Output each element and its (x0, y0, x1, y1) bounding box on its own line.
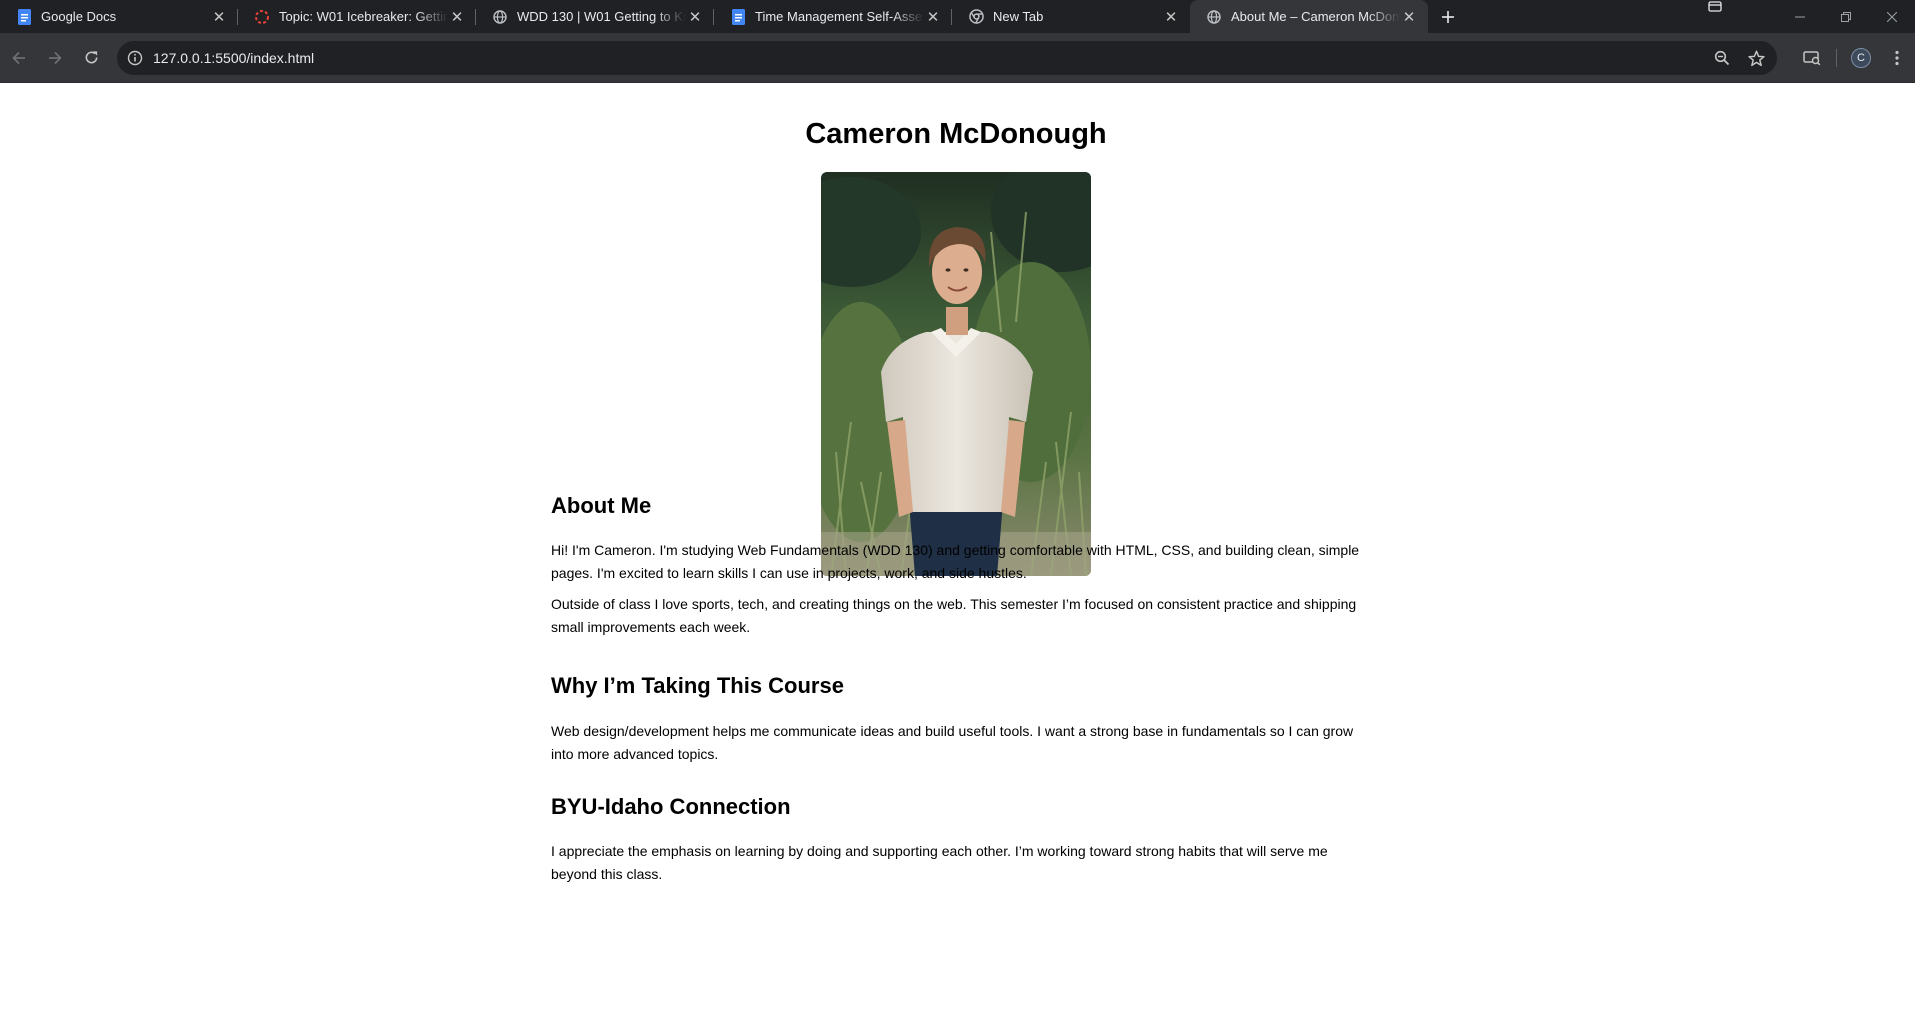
google-docs-icon (16, 8, 32, 25)
tab-title: Topic: W01 Icebreaker: Getting to Know Y… (279, 9, 448, 24)
zoom-button[interactable] (1707, 43, 1737, 73)
tab-title: New Tab (993, 9, 1044, 24)
why-course-paragraph: Web design/development helps me communic… (551, 723, 1354, 762)
star-icon (1747, 50, 1765, 66)
minimize-button[interactable] (1777, 0, 1823, 33)
tab-time-management[interactable]: Time Management Self-Assessment ✕ (714, 0, 952, 33)
close-icon (1887, 11, 1897, 22)
restore-icon (1841, 11, 1851, 22)
tab-about-me[interactable]: About Me – Cameron McDonough ✕ (1190, 0, 1428, 33)
tab-title: Time Management Self-Assessment (755, 9, 924, 24)
kebab-menu-icon (1895, 50, 1899, 66)
tab-strip: Google Docs ✕ Topic: W01 Icebreaker: Get… (0, 0, 1915, 33)
new-tab-button[interactable] (1432, 0, 1464, 33)
plus-icon (1442, 10, 1454, 23)
close-icon[interactable]: ✕ (1162, 8, 1180, 26)
omnibox-actions (1707, 41, 1771, 75)
byui-paragraph: I appreciate the emphasis on learning by… (551, 843, 1328, 882)
google-docs-icon (730, 8, 746, 25)
cast-media-icon (1803, 51, 1821, 66)
tab-title: WDD 130 | W01 Getting to Know You (517, 9, 686, 24)
reload-button[interactable] (74, 41, 108, 75)
browser-toolbar: 127.0.0.1:5500/index.html C (0, 33, 1915, 83)
tab-icebreaker[interactable]: Topic: W01 Icebreaker: Getting to Know Y… (238, 0, 476, 33)
page-viewport: Cameron McDonough About Me Hi! I'm Camer… (0, 83, 1915, 1024)
close-icon[interactable]: ✕ (210, 8, 228, 26)
url-text[interactable]: 127.0.0.1:5500/index.html (153, 50, 314, 66)
tab-new-tab[interactable]: New Tab ✕ (952, 0, 1190, 33)
profile-button[interactable]: C (1843, 41, 1879, 75)
tab-google-docs[interactable]: Google Docs ✕ (0, 0, 238, 33)
tab-title: About Me – Cameron McDonough (1231, 9, 1400, 24)
tab-wdd130[interactable]: WDD 130 | W01 Getting to Know You ✕ (476, 0, 714, 33)
close-icon[interactable]: ✕ (1400, 8, 1418, 26)
about-me-paragraph-1: Hi! I'm Cameron. I'm studying Web Fundam… (551, 542, 1360, 581)
bookmark-star-button[interactable] (1741, 43, 1771, 73)
close-icon[interactable]: ✕ (686, 8, 704, 26)
back-button[interactable] (2, 41, 36, 75)
restore-button[interactable] (1823, 0, 1869, 33)
tab-search-button[interactable] (1703, 0, 1727, 14)
section-heading-about-me: About Me (551, 493, 652, 518)
portrait-photo (821, 172, 1091, 576)
close-window-button[interactable] (1869, 0, 1915, 33)
zoom-icon (1714, 50, 1730, 66)
media-controls-button[interactable] (1794, 41, 1830, 75)
reload-icon (85, 51, 97, 64)
forward-arrow-icon (49, 51, 62, 64)
section-heading-byui: BYU-Idaho Connection (551, 794, 791, 819)
loading-spinner-icon (254, 9, 270, 25)
site-info-icon[interactable] (119, 42, 151, 74)
page-title: Cameron McDonough (805, 118, 1107, 150)
portrait-image (821, 172, 1091, 576)
avatar: C (1851, 48, 1871, 68)
close-icon[interactable]: ✕ (448, 8, 466, 26)
toolbar-right: C (1794, 41, 1915, 75)
toolbar-divider (1836, 49, 1837, 67)
tab-search-icon (1708, 1, 1722, 12)
chrome-icon (968, 9, 984, 25)
about-me-paragraph-2: Outside of class I love sports, tech, an… (551, 596, 1357, 635)
address-bar[interactable]: 127.0.0.1:5500/index.html (117, 41, 1777, 75)
back-arrow-icon (12, 51, 25, 64)
minimize-icon (1795, 16, 1805, 17)
tab-title: Google Docs (41, 9, 117, 24)
section-heading-why-course: Why I’m Taking This Course (551, 673, 844, 698)
forward-button[interactable] (38, 41, 72, 75)
window-controls (1777, 0, 1915, 33)
menu-button[interactable] (1879, 41, 1915, 75)
close-icon[interactable]: ✕ (924, 8, 942, 26)
globe-icon (1206, 9, 1222, 25)
globe-icon (492, 9, 508, 25)
